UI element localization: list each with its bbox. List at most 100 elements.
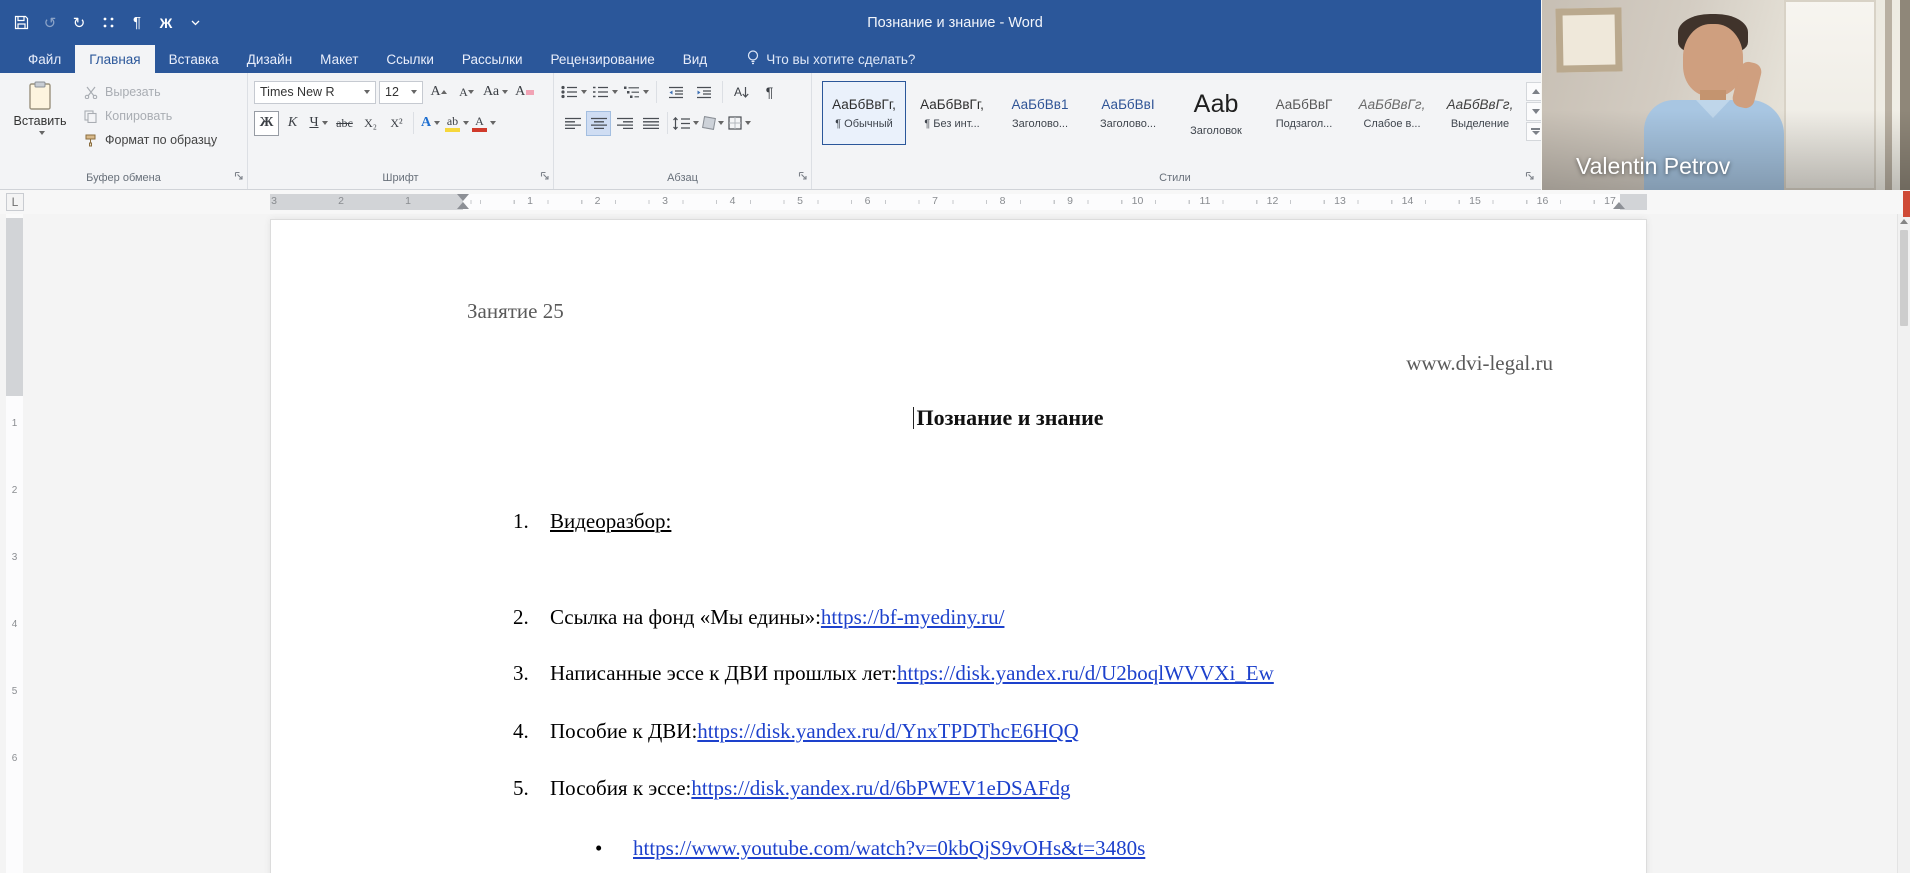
style-subtle-emphasis[interactable]: АаБбВвГг, Слабое в... xyxy=(1350,81,1434,145)
style-no-spacing[interactable]: АаБбВвГг, ¶ Без инт... xyxy=(910,81,994,145)
italic-button[interactable]: К xyxy=(280,111,305,136)
font-size-combo[interactable]: 12 xyxy=(379,80,423,104)
hyperlink[interactable]: https://disk.yandex.ru/d/6bPWEV1eDSAFdg xyxy=(691,776,1070,801)
scissors-icon xyxy=(82,86,99,99)
decrease-indent-button[interactable] xyxy=(663,80,688,105)
clipboard-icon xyxy=(29,81,51,110)
tab-references[interactable]: Ссылки xyxy=(372,45,448,73)
style-heading2[interactable]: АаБбВвI Заголово... xyxy=(1086,81,1170,145)
shading-button[interactable] xyxy=(701,111,726,136)
subscript-button[interactable]: Х₂ xyxy=(358,111,383,136)
sort-button[interactable]: А xyxy=(729,80,754,105)
highlight-color-bar xyxy=(445,127,460,132)
shading-icon xyxy=(702,116,716,130)
ruler-number: 9 xyxy=(1067,195,1073,207)
show-marks-button[interactable]: ¶ xyxy=(757,80,782,105)
tab-design[interactable]: Дизайн xyxy=(233,45,306,73)
increase-indent-button[interactable] xyxy=(691,80,716,105)
font-dialog-launcher-icon[interactable] xyxy=(540,170,550,186)
text-cursor xyxy=(913,407,915,429)
style-title[interactable]: Ааb Заголовок xyxy=(1174,81,1258,145)
hanging-indent-marker[interactable] xyxy=(457,202,469,209)
sort-arrow-icon xyxy=(742,86,749,98)
tab-file[interactable]: Файл xyxy=(14,45,75,73)
tab-home[interactable]: Главная xyxy=(75,45,155,73)
ruler-row: L 3 2 1 1 2 3 4 5 6 7 8 9 10 11 12 13 14 15 16 17 xyxy=(0,190,1910,214)
bullet-item: • https://www.youtube.com/watch?v=0kbQjS… xyxy=(595,836,1145,861)
style-label: Выделение xyxy=(1450,117,1510,130)
change-case-button[interactable]: Аа xyxy=(482,80,509,105)
hyperlink[interactable]: https://disk.yandex.ru/d/U2boqlWVVXi_Ew xyxy=(897,661,1274,686)
scrollbar-thumb[interactable] xyxy=(1900,230,1908,326)
shrink-font-button[interactable]: А xyxy=(454,80,479,105)
vertical-scrollbar[interactable] xyxy=(1897,214,1910,873)
borders-button[interactable] xyxy=(727,111,752,136)
grow-font-button[interactable]: А xyxy=(426,80,451,105)
tell-me-box[interactable]: Что вы хотите сделать? xyxy=(747,45,915,73)
ruler-number: 7 xyxy=(932,195,938,207)
align-right-button[interactable] xyxy=(612,111,637,136)
format-painter-button[interactable]: Формат по образцу xyxy=(78,128,221,152)
ruler-number: 14 xyxy=(1401,195,1414,207)
document-area: 1 2 3 4 5 6 Занятие 25 www.dvi-legal.ru Позна… xyxy=(0,214,1910,873)
style-normal[interactable]: АаБбВвГг, ¶ Обычный xyxy=(822,81,906,145)
list-number: 5. xyxy=(513,776,529,800)
style-subtitle[interactable]: АаБбВвГ Подзагол... xyxy=(1262,81,1346,145)
justify-button[interactable] xyxy=(638,111,663,136)
line-spacing-button[interactable] xyxy=(672,111,700,136)
ruler-number: 1 xyxy=(11,418,18,429)
touch-mode-icon[interactable] xyxy=(95,10,121,36)
undo-icon[interactable]: ↺ xyxy=(37,10,63,36)
first-line-indent-marker[interactable] xyxy=(457,194,469,201)
change-case-dropdown-icon xyxy=(502,90,509,94)
bullets-button[interactable] xyxy=(560,80,588,105)
font-group: Times New R 12 А А Аа А Ж К Ч abc Х₂ Х² … xyxy=(248,73,554,189)
pilcrow-icon[interactable]: ¶ xyxy=(124,10,150,36)
numbering-dropdown-icon xyxy=(612,90,618,94)
paragraph-dialog-launcher-icon[interactable] xyxy=(798,170,808,186)
clipboard-dialog-launcher-icon[interactable] xyxy=(234,170,244,186)
ruler-number: 5 xyxy=(11,686,18,697)
borders-icon xyxy=(728,116,742,130)
hyperlink[interactable]: https://www.youtube.com/watch?v=0kbQjS9v… xyxy=(633,836,1145,861)
hyperlink[interactable]: https://disk.yandex.ru/d/YnxTPDThcE6HQQ xyxy=(697,719,1078,744)
outdent-icon xyxy=(668,86,683,98)
paste-button[interactable]: Вставить xyxy=(6,78,74,170)
copy-button[interactable]: Копировать xyxy=(78,104,221,128)
redo-icon[interactable]: ↻ xyxy=(66,10,92,36)
style-emphasis[interactable]: АаБбВвГг, Выделение xyxy=(1438,81,1522,145)
superscript-button[interactable]: Х² xyxy=(384,111,409,136)
hyperlink[interactable]: https://bf-myediny.ru/ xyxy=(821,605,1005,630)
highlight-dropdown-icon xyxy=(463,121,469,125)
highlight-button[interactable]: ab xyxy=(444,111,470,136)
clear-formatting-button[interactable]: А xyxy=(512,80,537,105)
list-item-2: 2. Ссылка на фонд «Мы едины»: https://bf… xyxy=(513,605,1004,630)
numbering-button[interactable] xyxy=(591,80,619,105)
strikethrough-button[interactable]: abc xyxy=(332,111,357,136)
document-page[interactable]: Занятие 25 www.dvi-legal.ru Познание и з… xyxy=(270,219,1647,873)
align-left-button[interactable] xyxy=(560,111,585,136)
bold-icon[interactable]: Ж xyxy=(153,10,179,36)
align-center-button[interactable] xyxy=(586,110,611,136)
tab-layout[interactable]: Макет xyxy=(306,45,372,73)
tab-stop-selector[interactable]: L xyxy=(6,193,24,211)
text-effects-button[interactable]: А xyxy=(418,111,443,136)
qat-customize-icon[interactable] xyxy=(182,10,208,36)
save-icon[interactable] xyxy=(8,10,34,36)
cut-button[interactable]: Вырезать xyxy=(78,80,221,104)
font-name-combo[interactable]: Times New R xyxy=(254,80,376,104)
list-item-1: 1. Видеоразбор: xyxy=(513,509,671,534)
tab-insert[interactable]: Вставка xyxy=(155,45,233,73)
style-heading1[interactable]: АаБбВв1 Заголово... xyxy=(998,81,1082,145)
right-indent-marker[interactable] xyxy=(1613,202,1625,209)
bold-button[interactable]: Ж xyxy=(254,110,279,136)
multilevel-icon xyxy=(624,86,639,98)
styles-dialog-launcher-icon[interactable] xyxy=(1525,170,1535,186)
font-color-button[interactable]: А xyxy=(471,111,497,136)
align-left-icon xyxy=(564,117,581,129)
tab-view[interactable]: Вид xyxy=(669,45,721,73)
underline-button[interactable]: Ч xyxy=(306,111,331,136)
tab-review[interactable]: Рецензирование xyxy=(537,45,669,73)
tab-mailings[interactable]: Рассылки xyxy=(448,45,537,73)
multilevel-list-button[interactable] xyxy=(622,80,650,105)
